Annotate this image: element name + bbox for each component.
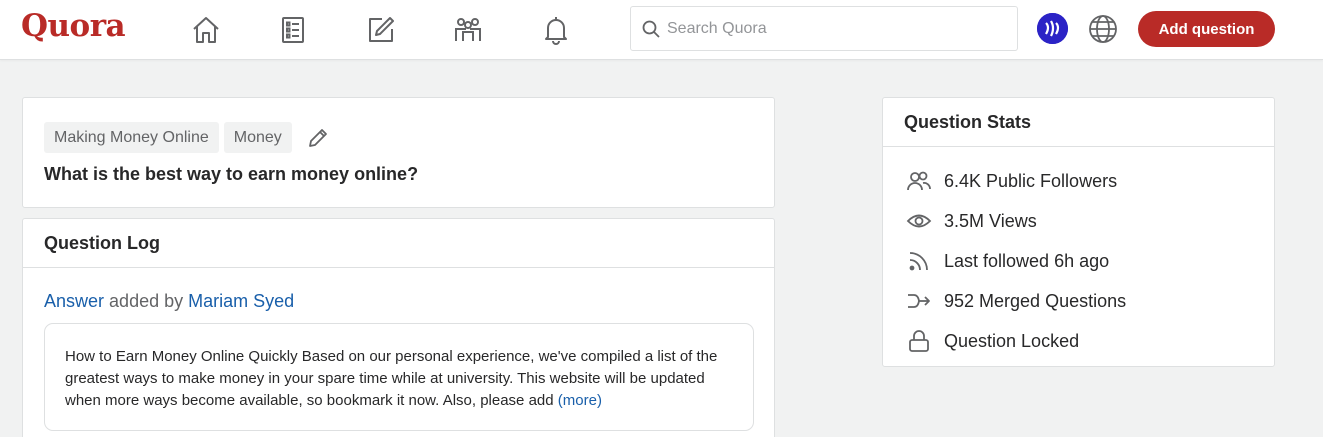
- home-icon[interactable]: [186, 10, 226, 50]
- more-link[interactable]: (more): [558, 392, 602, 409]
- language-globe-icon[interactable]: [1086, 12, 1120, 46]
- quora-logo[interactable]: Quora: [21, 8, 126, 44]
- log-entry: Answer added by Mariam Syed: [44, 291, 294, 312]
- merge-icon: [908, 294, 930, 308]
- answer-preview-text: How to Earn Money Online Quickly Based o…: [65, 348, 718, 409]
- followers-icon: [907, 171, 931, 191]
- stat-last-followed: Last followed 6h ago: [906, 248, 1109, 274]
- search-input[interactable]: [667, 19, 1007, 38]
- search-icon: [642, 20, 660, 38]
- answer-link[interactable]: Answer: [44, 291, 104, 311]
- log-entry-text: added by: [109, 291, 184, 311]
- lock-icon: [909, 330, 929, 352]
- author-link[interactable]: Mariam Syed: [188, 291, 294, 311]
- steem-logo-icon: [1037, 13, 1068, 44]
- question-log-heading: Question Log: [23, 219, 774, 268]
- topic-tag[interactable]: Money: [223, 122, 292, 153]
- rss-icon: [909, 252, 928, 271]
- edit-topics-pencil-icon[interactable]: [307, 127, 329, 149]
- topic-list: Making Money Online Money: [44, 122, 329, 153]
- add-question-button[interactable]: Add question: [1138, 11, 1275, 47]
- stat-followers[interactable]: 6.4K Public Followers: [906, 168, 1117, 194]
- stat-label: 952 Merged Questions: [944, 290, 1127, 311]
- question-log-card: Question Log Answer added by Mariam Syed…: [22, 218, 775, 437]
- profile-avatar[interactable]: [1037, 13, 1068, 44]
- spaces-icon[interactable]: [448, 10, 488, 50]
- question-card: Making Money Online Money What is the be…: [22, 97, 775, 208]
- stat-locked: Question Locked: [906, 328, 1079, 354]
- answer-pencil-icon[interactable]: [361, 10, 401, 50]
- search-bar[interactable]: [630, 6, 1018, 51]
- top-navbar: Quora Add question: [0, 0, 1323, 60]
- stat-label: 6.4K Public Followers: [944, 170, 1118, 191]
- answer-preview[interactable]: How to Earn Money Online Quickly Based o…: [44, 323, 754, 431]
- notifications-bell-icon[interactable]: [536, 10, 576, 50]
- question-title[interactable]: What is the best way to earn money onlin…: [44, 164, 418, 185]
- eye-icon: [906, 214, 932, 228]
- stat-label: Question Locked: [944, 330, 1080, 351]
- topic-tag[interactable]: Making Money Online: [44, 122, 219, 153]
- question-stats-heading: Question Stats: [883, 98, 1274, 147]
- stat-merged-questions[interactable]: 952 Merged Questions: [906, 288, 1126, 314]
- following-feed-icon[interactable]: [273, 10, 313, 50]
- question-stats-card: Question Stats 6.4K Public Followers 3.5…: [882, 97, 1275, 367]
- stat-label: 3.5M Views: [944, 210, 1037, 231]
- stat-views: 3.5M Views: [906, 208, 1037, 234]
- stat-label: Last followed 6h ago: [944, 250, 1110, 271]
